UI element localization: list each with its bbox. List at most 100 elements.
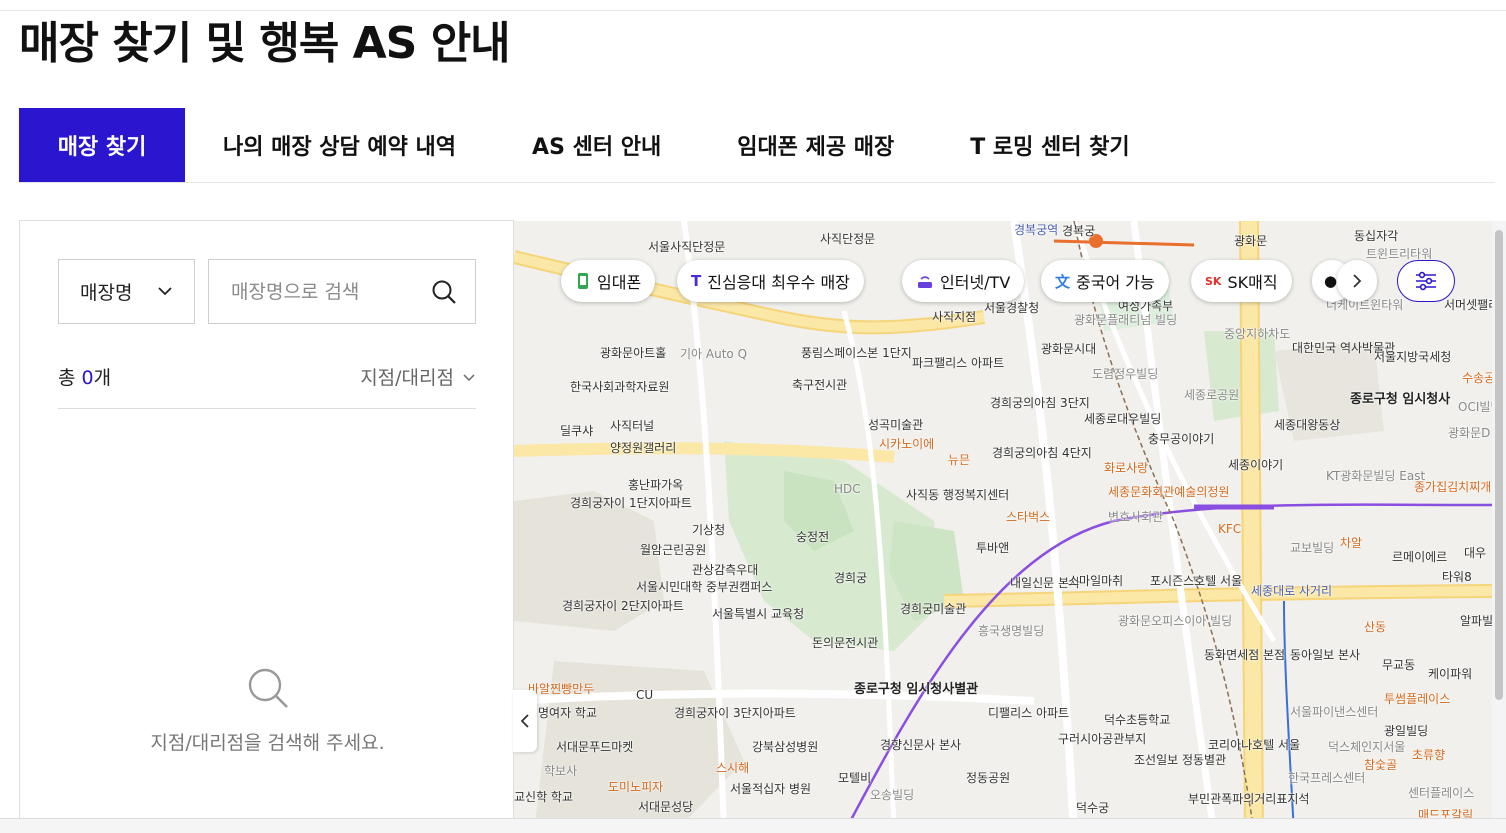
map-label: 르메이에르	[1392, 550, 1448, 564]
map-label: 경희궁의아침 4단지	[992, 446, 1092, 460]
search-type-select[interactable]: 매장명	[58, 259, 195, 324]
map-label: 센터플레이스	[1408, 786, 1475, 800]
map-chip-internet-tv[interactable]: 인터넷/TV	[902, 260, 1025, 302]
tab-bar: 매장 찾기 나의 매장 상담 예약 내역 AS 센터 안내 임대폰 제공 매장 …	[19, 108, 1495, 183]
map-label: 투썸플레이스	[1384, 692, 1451, 706]
map-label: 포시즌스호텔 서울	[1150, 574, 1243, 588]
map-filter-button[interactable]	[1397, 260, 1455, 302]
map-label: 학보사	[544, 764, 578, 778]
search-input[interactable]	[231, 280, 431, 303]
map-label: 산동	[1364, 620, 1387, 634]
store-search-field[interactable]	[208, 259, 476, 324]
map-label: 동십자각	[1354, 229, 1399, 243]
map-label: 동아일보 본사	[1290, 648, 1361, 662]
map-chip-rental-phone[interactable]: 임대폰	[561, 260, 656, 302]
tab-as-center[interactable]: AS 센터 안내	[532, 108, 661, 182]
chip-label: 진심응대 최우수 매장	[707, 273, 850, 292]
map-label: 도렴정우빌딩	[1092, 367, 1159, 381]
map-label: 구러시아공관부지	[1058, 732, 1147, 746]
map-label: 성곡미술관	[868, 418, 924, 432]
chevron-down-icon	[158, 287, 172, 296]
map-label: 케이파워	[1428, 667, 1473, 681]
map-label: 경복궁	[1062, 224, 1096, 238]
map-label: 교신학 학교	[514, 790, 574, 804]
map-label: 사직터널	[610, 419, 655, 433]
map-label: 경희궁미술관	[900, 602, 967, 616]
map-label: 투바앤	[976, 541, 1010, 555]
map-label: 서울특별시 교육청	[712, 607, 805, 621]
map-label: 서머셋팰리스 서울	[1444, 298, 1492, 312]
panel-collapse-button[interactable]	[513, 690, 537, 752]
map-label: 도미노피자	[608, 780, 664, 794]
store-type-filter-label: 지점/대리점	[360, 367, 454, 389]
map-label: 덕수초등학교	[1104, 713, 1171, 727]
map-label: 무교동	[1382, 658, 1416, 672]
map-label: 광화문시대	[1041, 342, 1097, 356]
map-label: 정동공원	[966, 771, 1011, 785]
map-label: 경복궁역	[1014, 223, 1059, 237]
map-label: 서울지방국세청	[1374, 350, 1452, 364]
map-label: 교보빌딩	[1290, 541, 1335, 555]
map-label: 광화문	[1234, 234, 1268, 248]
map-label: 파크팰리스 아파트	[912, 356, 1005, 370]
chip-scroll-next-button[interactable]	[1337, 260, 1377, 302]
map-label: 동화면세점 본점	[1204, 648, 1286, 662]
map-label: 종로구청 임시청사	[1350, 392, 1451, 407]
map-label: 한국사회과학자료원	[570, 380, 670, 394]
result-count: 총 0개	[58, 363, 111, 390]
chinese-char-icon: 文	[1055, 272, 1071, 291]
empty-state: 지점/대리점을 검색해 주세요.	[20, 666, 515, 755]
map-label: 세종이야기	[1228, 458, 1284, 472]
map-label: 부민관폭파의거리표지석	[1188, 792, 1310, 806]
map-label: 월암근린공원	[640, 543, 707, 557]
empty-state-message: 지점/대리점을 검색해 주세요.	[150, 732, 385, 754]
map-label: 서울적십자 병원	[730, 782, 812, 796]
tab-store-finder[interactable]: 매장 찾기	[19, 108, 185, 182]
store-type-filter[interactable]: 지점/대리점	[360, 363, 476, 390]
chip-label: 인터넷/TV	[940, 273, 1011, 292]
map-label: 광화문아트홀	[600, 346, 667, 360]
chip-label: 중국어 가능	[1076, 273, 1155, 292]
store-search-panel: 매장명 총 0개 지점/대리점 지점/대리점을 검색해 주세요.	[19, 220, 514, 833]
map-label: 차알	[1340, 536, 1363, 550]
map-label: 모텔비	[838, 771, 872, 785]
phone-icon	[578, 273, 588, 289]
tab-my-reservations[interactable]: 나의 매장 상담 예약 내역	[223, 108, 456, 182]
count-suffix: 개	[93, 367, 112, 389]
map-label: 흥국생명빌딩	[978, 624, 1045, 638]
map-chip-best-service[interactable]: T 진심응대 최우수 매장	[677, 260, 864, 302]
t-logo-icon: T	[691, 272, 702, 290]
chip-label: SK매직	[1227, 273, 1278, 292]
map-label: 경희궁자이 1단지아파트	[570, 496, 692, 510]
map-chip-sk-magic[interactable]: SK SK매직	[1191, 260, 1292, 302]
map-label: 세종로공원	[1184, 388, 1240, 402]
map-chip-chinese[interactable]: 文 중국어 가능	[1041, 260, 1169, 302]
map-label: 관상감측우대	[692, 563, 759, 577]
map-label: 광화문D	[1448, 426, 1491, 440]
map-label: 종가집김치찌개	[1414, 480, 1492, 494]
map-label: 디팰리스 아파트	[988, 706, 1070, 720]
map-label: 알파빌딩	[1460, 614, 1492, 628]
tab-troaming-center[interactable]: T 로밍 센터 찾기	[970, 108, 1129, 182]
scrollbar-thumb[interactable]	[1495, 230, 1503, 700]
map-label: 수송공원	[1462, 371, 1492, 385]
map-label: 중앙지하차도	[1224, 327, 1291, 341]
map-label: 기상청	[692, 523, 726, 537]
map-label: KFC	[1218, 522, 1242, 536]
search-icon[interactable]	[431, 279, 457, 305]
map-label: 참숯골	[1364, 758, 1398, 772]
map-label: 서대문성당	[638, 800, 694, 814]
map-label: 세종로대우빌딩	[1084, 412, 1162, 426]
map-label: 딜쿠샤	[560, 424, 594, 438]
map-label: 양정원갤러리	[610, 441, 677, 455]
map-label: 오송빌딩	[870, 788, 915, 802]
tab-rental-phone-stores[interactable]: 임대폰 제공 매장	[737, 108, 894, 182]
map-label: 초류향	[1412, 748, 1446, 762]
map-label: 경희궁자이 2단지아파트	[562, 599, 684, 613]
map-label: 충무공이야기	[1148, 432, 1215, 446]
map-label: KT광화문빌딩 East	[1326, 469, 1426, 483]
map-label: 세종대왕동상	[1274, 418, 1341, 432]
store-map[interactable]: 서울사직단정문 사직단정문 경복궁역 경복궁 광화문 동십자각 트윈트리타워 광…	[514, 221, 1492, 833]
count-number: 0	[81, 367, 94, 389]
map-label: 기아 Auto Q	[680, 347, 748, 361]
